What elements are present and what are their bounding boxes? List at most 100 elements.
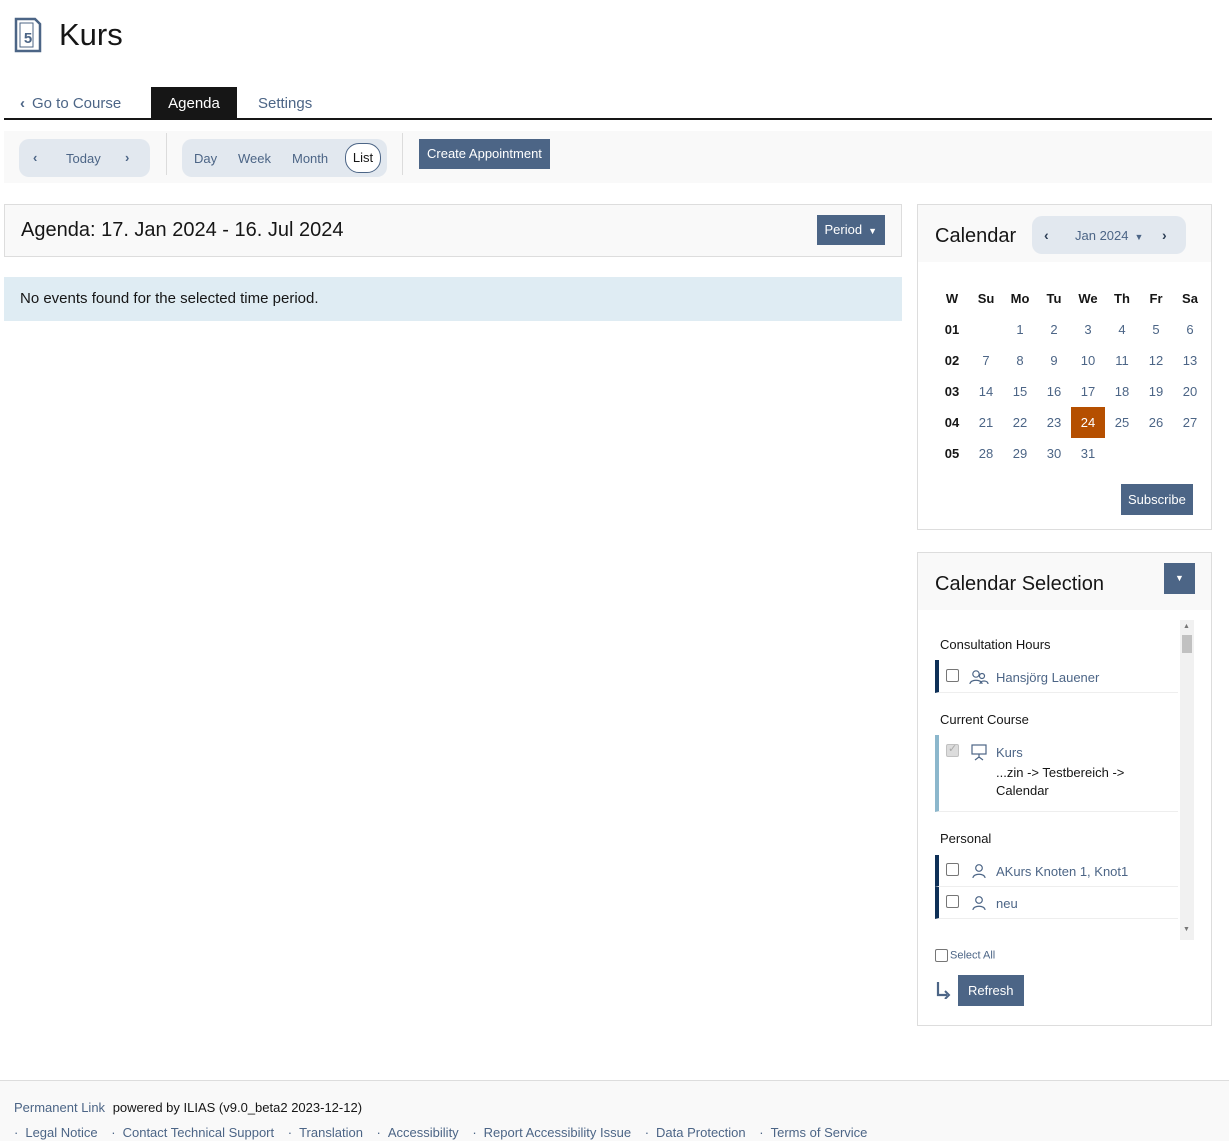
week-number: 01 bbox=[944, 322, 960, 337]
calendar-day[interactable]: 10 bbox=[1071, 345, 1105, 376]
week-number: 03 bbox=[944, 384, 960, 399]
calendar-name: neu bbox=[996, 896, 1018, 911]
calendar-day[interactable]: 31 bbox=[1071, 438, 1105, 469]
footer-bullet: · bbox=[14, 1125, 19, 1140]
caret-down-icon: ▼ bbox=[1134, 231, 1144, 242]
calendar-day[interactable]: 27 bbox=[1173, 407, 1207, 438]
caret-down-icon: ▼ bbox=[868, 225, 877, 236]
calendar-day[interactable]: 11 bbox=[1105, 345, 1139, 376]
calendar-day[interactable]: 30 bbox=[1037, 438, 1071, 469]
scroll-down-icon[interactable]: ▼ bbox=[1183, 926, 1190, 933]
calendar-day[interactable]: 13 bbox=[1173, 345, 1207, 376]
calendar-day[interactable]: 1 bbox=[1003, 314, 1037, 345]
footer-bullet: · bbox=[644, 1125, 650, 1140]
data-protection-link[interactable]: Data Protection bbox=[656, 1125, 746, 1140]
calendar-day[interactable]: 17 bbox=[1071, 376, 1105, 407]
calendar-day[interactable]: 22 bbox=[1003, 407, 1037, 438]
next-month-icon[interactable]: › bbox=[1162, 227, 1167, 243]
weekday-header: Mo bbox=[1010, 291, 1030, 306]
terms-of-service-link[interactable]: Terms of Service bbox=[771, 1125, 868, 1140]
report-accessibility-link[interactable]: Report Accessibility Issue bbox=[484, 1125, 631, 1140]
tab-agenda[interactable]: Agenda bbox=[151, 87, 237, 118]
calendar-week-row: 04 21 22 23 24 25 26 27 bbox=[935, 407, 1207, 438]
calendar-day[interactable]: 3 bbox=[1071, 314, 1105, 345]
calendar-day[interactable]: 7 bbox=[969, 345, 1003, 376]
calendar-day[interactable]: 5 bbox=[1139, 314, 1173, 345]
footer-info: Permanent Link powered by ILIAS (v9.0_be… bbox=[14, 1100, 362, 1115]
view-month-button[interactable]: Month bbox=[292, 151, 328, 166]
course-presentation-icon bbox=[971, 744, 987, 761]
translation-link[interactable]: Translation bbox=[299, 1125, 363, 1140]
calendar-day[interactable]: 20 bbox=[1173, 376, 1207, 407]
period-label: Period bbox=[824, 222, 863, 237]
view-day-button[interactable]: Day bbox=[194, 151, 217, 166]
weekday-header: Th bbox=[1114, 291, 1130, 306]
user-icon bbox=[972, 864, 986, 879]
calendar-day[interactable]: 9 bbox=[1037, 345, 1071, 376]
group-personal: Personal bbox=[940, 831, 992, 846]
no-events-message: No events found for the selected time pe… bbox=[4, 277, 902, 321]
calendar-day[interactable]: 2 bbox=[1037, 314, 1071, 345]
list-item: neu bbox=[935, 887, 1178, 919]
selection-dropdown-button[interactable]: ▼ bbox=[1164, 563, 1195, 594]
page-header: 5 Kurs bbox=[13, 16, 123, 54]
calendar-day[interactable]: 21 bbox=[969, 407, 1003, 438]
calendar-week-row: 05 28 29 30 31 bbox=[935, 438, 1207, 469]
calendar-day-today[interactable]: 24 bbox=[1071, 407, 1105, 438]
period-dropdown-button[interactable]: Period ▼ bbox=[816, 215, 885, 245]
calendar-empty-cell bbox=[1173, 438, 1207, 469]
footer-bullet: · bbox=[287, 1125, 293, 1140]
refresh-button[interactable]: Refresh bbox=[958, 975, 1024, 1006]
weekday-header: Sa bbox=[1182, 291, 1198, 306]
calendar-day[interactable]: 23 bbox=[1037, 407, 1071, 438]
calendar-day[interactable]: 14 bbox=[969, 376, 1003, 407]
calendar-day[interactable]: 26 bbox=[1139, 407, 1173, 438]
calendar-list: Consultation Hours Hansjörg Lauener Curr… bbox=[935, 620, 1196, 938]
create-appointment-button[interactable]: Create Appointment bbox=[419, 139, 550, 169]
calendar-week-row: 02 7 8 9 10 11 12 13 bbox=[935, 345, 1207, 376]
calendar-checkbox[interactable] bbox=[946, 863, 959, 876]
month-label: Jan 2024 bbox=[1075, 228, 1129, 243]
calendar-day[interactable]: 4 bbox=[1105, 314, 1139, 345]
calendar-day[interactable]: 19 bbox=[1139, 376, 1173, 407]
calendar-day[interactable]: 18 bbox=[1105, 376, 1139, 407]
scrollbar-thumb[interactable] bbox=[1182, 635, 1192, 653]
date-navigation: ‹ Today › bbox=[19, 139, 150, 177]
scroll-up-icon[interactable]: ▲ bbox=[1183, 623, 1190, 630]
contact-support-link[interactable]: Contact Technical Support bbox=[123, 1125, 275, 1140]
legal-notice-link[interactable]: Legal Notice bbox=[25, 1125, 97, 1140]
tab-go-to-course-label: Go to Course bbox=[32, 95, 122, 112]
accessibility-link[interactable]: Accessibility bbox=[388, 1125, 459, 1140]
previous-month-icon[interactable]: ‹ bbox=[1044, 227, 1049, 243]
calendar-day[interactable]: 28 bbox=[969, 438, 1003, 469]
view-mode-switch: Day Week Month List bbox=[182, 139, 387, 177]
view-list-button[interactable]: List bbox=[345, 143, 381, 173]
calendar-day[interactable]: 25 bbox=[1105, 407, 1139, 438]
previous-period-icon[interactable]: ‹ bbox=[33, 150, 37, 165]
calendar-day[interactable]: 8 bbox=[1003, 345, 1037, 376]
subscribe-button[interactable]: Subscribe bbox=[1121, 484, 1193, 515]
calendar-day[interactable]: 12 bbox=[1139, 345, 1173, 376]
view-week-button[interactable]: Week bbox=[238, 151, 271, 166]
tab-settings[interactable]: Settings bbox=[258, 87, 312, 118]
select-all-checkbox[interactable]: Select All bbox=[935, 949, 995, 962]
calendar-day[interactable]: 15 bbox=[1003, 376, 1037, 407]
calendar-name: Kurs bbox=[996, 745, 1023, 760]
month-dropdown[interactable]: Jan 2024 ▼ bbox=[1075, 228, 1143, 243]
calendar-checkbox[interactable] bbox=[946, 669, 959, 682]
calendar-day[interactable]: 16 bbox=[1037, 376, 1071, 407]
list-scrollbar[interactable]: ▲ ▼ bbox=[1180, 620, 1194, 940]
select-all-box[interactable] bbox=[935, 949, 948, 962]
today-button[interactable]: Today bbox=[66, 151, 101, 166]
weekday-header: We bbox=[1078, 291, 1098, 306]
permanent-link[interactable]: Permanent Link bbox=[14, 1100, 105, 1115]
calendar-day[interactable]: 29 bbox=[1003, 438, 1037, 469]
weekday-header: Tu bbox=[1046, 291, 1062, 306]
footer-bullet: · bbox=[111, 1125, 116, 1140]
tab-go-to-course[interactable]: ‹ Go to Course bbox=[20, 87, 121, 118]
weekday-header: Fr bbox=[1149, 291, 1163, 306]
calendar-day[interactable]: 6 bbox=[1173, 314, 1207, 345]
next-period-icon[interactable]: › bbox=[125, 150, 129, 165]
select-all-label: Select All bbox=[950, 949, 996, 962]
calendar-checkbox[interactable] bbox=[946, 895, 959, 908]
